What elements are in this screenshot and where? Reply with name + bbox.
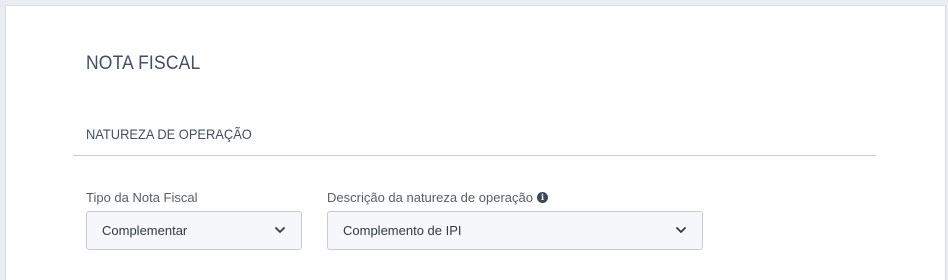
descricao-natureza-value: Complemento de IPI bbox=[343, 223, 462, 238]
tipo-nota-fiscal-select[interactable]: Complementar bbox=[86, 211, 302, 250]
info-icon[interactable]: i bbox=[536, 192, 548, 203]
descricao-natureza-label-text: Descrição da natureza de operação bbox=[327, 190, 533, 205]
section-title: NATUREZA DE OPERAÇÃO bbox=[86, 126, 252, 142]
tipo-nota-fiscal-value: Complementar bbox=[102, 223, 188, 238]
chevron-down-icon bbox=[676, 227, 686, 233]
descricao-natureza-select[interactable]: Complemento de IPI bbox=[327, 211, 703, 250]
chevron-down-icon bbox=[275, 227, 285, 233]
tipo-nota-fiscal-label-text: Tipo da Nota Fiscal bbox=[86, 190, 198, 205]
nota-fiscal-panel: NOTA FISCAL NATUREZA DE OPERAÇÃO Tipo da… bbox=[5, 5, 946, 280]
page-title: NOTA FISCAL bbox=[86, 53, 201, 74]
section-divider bbox=[73, 155, 876, 156]
descricao-natureza-label: Descrição da natureza de operação i bbox=[327, 190, 548, 205]
tipo-nota-fiscal-label: Tipo da Nota Fiscal bbox=[86, 190, 198, 205]
